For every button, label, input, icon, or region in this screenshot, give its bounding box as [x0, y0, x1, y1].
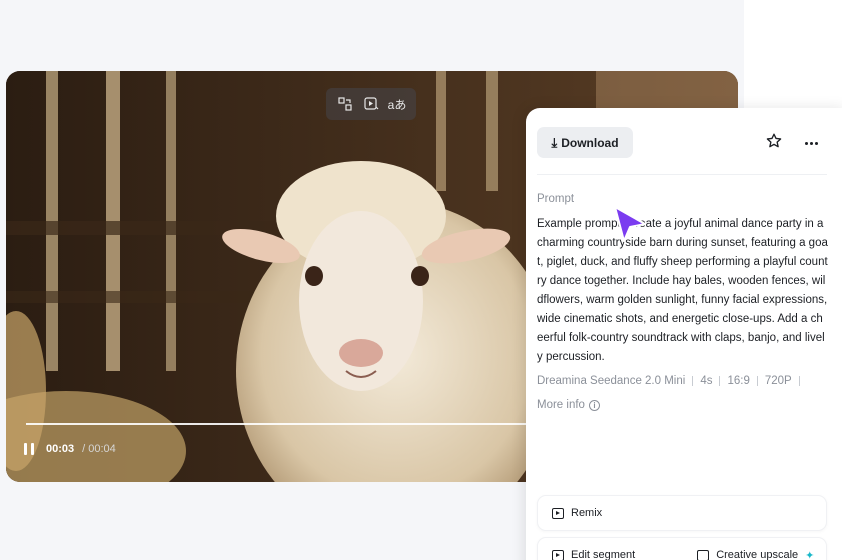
pointer-cursor-icon [614, 206, 646, 242]
remix-icon [552, 507, 564, 519]
favorite-star-icon[interactable] [765, 132, 787, 154]
aspect-ratio: 16:9 [727, 375, 750, 387]
prompt-label: Prompt [537, 193, 575, 205]
pause-icon[interactable] [24, 443, 38, 455]
more-options-icon[interactable] [800, 132, 822, 154]
app-stage: aあ 00:03 / 00:04 ⤓ Download Prompt Examp… [0, 0, 842, 560]
more-info-link[interactable]: More info i [537, 399, 600, 411]
download-label: Download [561, 135, 619, 150]
download-button[interactable]: ⤓ Download [537, 127, 633, 158]
generation-meta: Dreamina Seedance 2.0 Mini 4s 16:9 720P [537, 375, 807, 387]
video-toolbar: aあ [326, 88, 416, 120]
more-info-label: More info [537, 399, 585, 411]
progress-bar[interactable] [26, 423, 536, 425]
total-time: / 00:04 [82, 443, 116, 455]
secondary-actions: Edit segment Creative upscale ✦ [537, 537, 827, 560]
translate-icon[interactable]: aあ [387, 94, 407, 114]
current-time: 00:03 [46, 443, 75, 455]
model-name: Dreamina Seedance 2.0 Mini [537, 375, 686, 387]
creative-upscale-button[interactable]: Creative upscale ✦ [697, 549, 814, 560]
download-icon: ⤓ [551, 135, 558, 150]
divider [537, 174, 827, 175]
creative-upscale-label: Creative upscale [716, 549, 799, 560]
compare-icon[interactable] [335, 94, 355, 114]
prompt-text: Example prompt: Create a joyful animal d… [537, 218, 828, 363]
play-extend-icon[interactable] [361, 94, 381, 114]
duration: 4s [700, 375, 713, 387]
remix-button[interactable]: Remix [537, 495, 827, 531]
details-panel: ⤓ Download Prompt Example prompt: Create… [526, 108, 842, 560]
info-icon: i [588, 399, 600, 411]
playback-controls: 00:03 / 00:04 [24, 443, 116, 455]
edit-segment-label: Edit segment [571, 549, 636, 560]
edit-segment-icon [552, 549, 564, 560]
sparkle-icon: ✦ [805, 549, 815, 560]
resolution: 720P [764, 375, 792, 387]
upscale-icon [697, 549, 710, 560]
remix-label: Remix [571, 507, 603, 519]
edit-segment-button[interactable]: Edit segment [552, 549, 635, 560]
